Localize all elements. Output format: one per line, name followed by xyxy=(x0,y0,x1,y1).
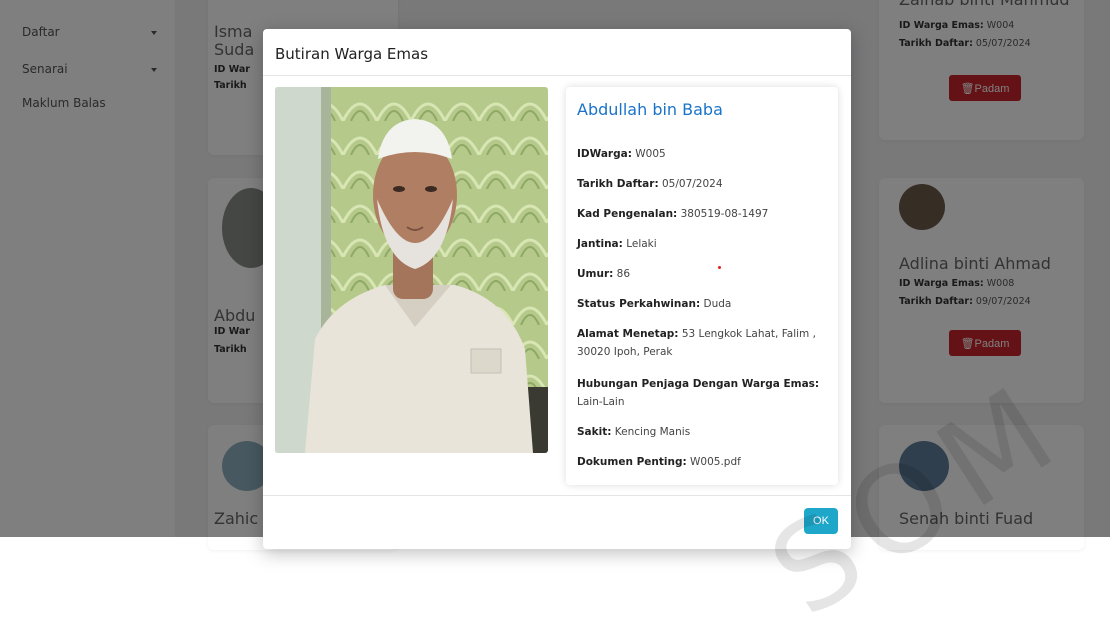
detail-value: Lelaki xyxy=(626,238,657,250)
detail-row-sakit: Sakit: Kencing Manis xyxy=(577,423,829,441)
detail-row-umur: Umur: 86 xyxy=(577,265,829,283)
detail-row-alamat: Alamat Menetap: 53 Lengkok Lahat, Falim … xyxy=(577,325,829,361)
detail-label: Hubungan Penjaga Dengan Warga Emas: xyxy=(577,378,820,390)
detail-row-ic: Kad Pengenalan: 380519-08-1497 xyxy=(577,205,829,223)
detail-label: Alamat Menetap: xyxy=(577,328,679,340)
detail-row-status: Status Perkahwinan: Duda xyxy=(577,295,829,313)
detail-label: Jantina: xyxy=(577,238,623,250)
detail-value: Kencing Manis xyxy=(614,426,691,438)
detail-label: Tarikh Daftar: xyxy=(577,178,659,190)
detail-card: Abdullah bin Baba IDWarga: W005 Tarikh D… xyxy=(566,87,838,485)
modal-title: Butiran Warga Emas xyxy=(275,45,429,63)
detail-row-dokumen: Dokumen Penting: W005.pdf xyxy=(577,453,829,471)
detail-modal: Butiran Warga Emas Abdullah bin Baba IDW… xyxy=(263,29,851,549)
detail-row-hubungan: Hubungan Penjaga Dengan Warga Emas: Lain… xyxy=(577,375,829,411)
resident-name: Abdullah bin Baba xyxy=(577,100,723,119)
detail-row-jantina: Jantina: Lelaki xyxy=(577,235,829,253)
detail-row-tarikh: Tarikh Daftar: 05/07/2024 xyxy=(577,175,829,193)
ok-button[interactable]: OK xyxy=(804,508,838,534)
detail-label: Dokumen Penting: xyxy=(577,456,687,468)
cursor-dot xyxy=(718,266,721,269)
detail-label: Kad Pengenalan: xyxy=(577,208,678,220)
modal-header: Butiran Warga Emas xyxy=(263,29,851,76)
detail-value: Duda xyxy=(703,298,732,310)
profile-photo xyxy=(275,87,548,453)
detail-label: IDWarga: xyxy=(577,148,632,160)
document-link[interactable]: W005.pdf xyxy=(690,456,741,468)
detail-row-id: IDWarga: W005 xyxy=(577,145,829,163)
detail-value: Lain-Lain xyxy=(577,396,625,408)
detail-label: Sakit: xyxy=(577,426,612,438)
detail-value: W005 xyxy=(635,148,666,160)
detail-value: 380519-08-1497 xyxy=(680,208,769,220)
detail-label: Status Perkahwinan: xyxy=(577,298,701,310)
detail-value: 05/07/2024 xyxy=(661,178,723,190)
modal-footer-divider xyxy=(263,495,851,496)
detail-label: Umur: xyxy=(577,268,614,280)
detail-value: 86 xyxy=(616,268,631,280)
